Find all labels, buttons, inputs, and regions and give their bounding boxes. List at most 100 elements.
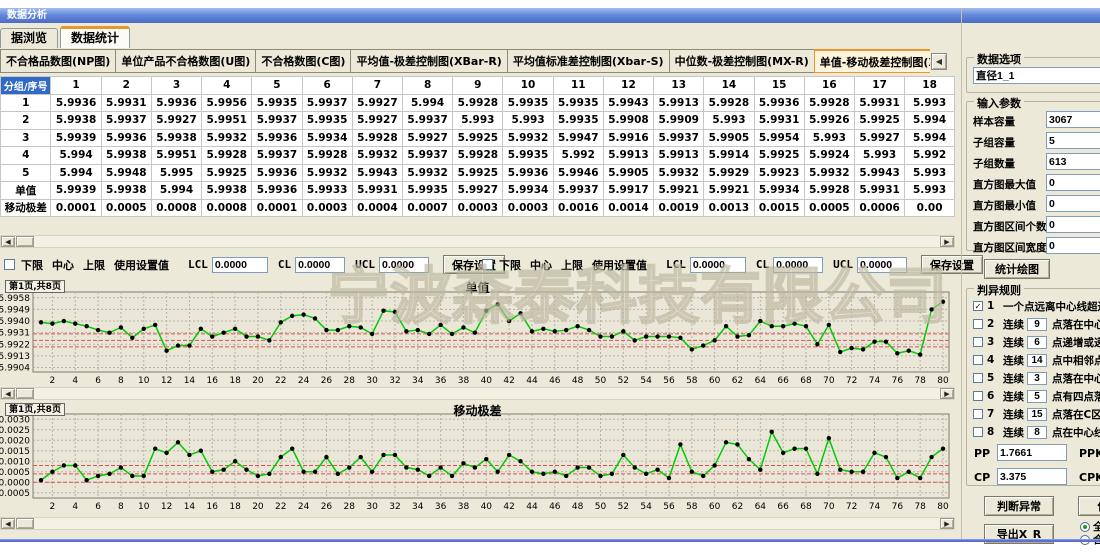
scroll-right-icon[interactable]: ▶: [940, 236, 954, 247]
tab-data-browse[interactable]: 据浏览: [0, 28, 58, 48]
rule-checkbox[interactable]: [973, 427, 983, 437]
table-cell[interactable]: 0.0008: [151, 199, 201, 217]
param-input[interactable]: [1046, 195, 1100, 212]
data-point[interactable]: [164, 349, 168, 353]
table-cell[interactable]: 5.9928: [804, 94, 854, 112]
table-cell[interactable]: 5.9913: [654, 94, 704, 112]
table-cell[interactable]: 5.9956: [202, 94, 252, 112]
table-cell[interactable]: 5.9936: [101, 129, 151, 147]
table-cell[interactable]: 5.9937: [403, 112, 453, 130]
data-point[interactable]: [301, 470, 305, 474]
table-cell[interactable]: 5.993: [453, 112, 503, 130]
table-cell[interactable]: 5.9924: [804, 147, 854, 165]
data-point[interactable]: [712, 463, 716, 467]
data-point[interactable]: [484, 457, 488, 461]
table-cell[interactable]: 5.9938: [101, 147, 151, 165]
table-cell[interactable]: 5.992: [905, 147, 955, 165]
data-point[interactable]: [518, 311, 522, 315]
data-point[interactable]: [667, 334, 671, 338]
table-cell[interactable]: 0.0005: [101, 199, 151, 217]
data-point[interactable]: [633, 338, 637, 342]
scroll-left-icon[interactable]: ◀: [1, 518, 15, 529]
data-point[interactable]: [849, 470, 853, 474]
table-cell[interactable]: 5.9931: [101, 94, 151, 112]
data-point[interactable]: [575, 465, 579, 469]
table-cell[interactable]: 5.9925: [854, 112, 904, 130]
table-cell[interactable]: 5.993: [905, 182, 955, 200]
table-cell[interactable]: 5.994: [151, 182, 201, 200]
table-cell[interactable]: 5.9921: [654, 182, 704, 200]
rule-checkbox[interactable]: ✓: [973, 301, 983, 311]
table-cell[interactable]: 5.993: [905, 164, 955, 182]
table-cell[interactable]: 5.9935: [503, 147, 553, 165]
data-point[interactable]: [393, 453, 397, 457]
data-point[interactable]: [279, 320, 283, 324]
data-point[interactable]: [62, 463, 66, 467]
table-cell[interactable]: 5.9943: [352, 164, 402, 182]
data-point[interactable]: [358, 325, 362, 329]
data-point[interactable]: [861, 470, 865, 474]
data-point[interactable]: [918, 352, 922, 356]
table-cell[interactable]: 5.9928: [804, 182, 854, 200]
data-point[interactable]: [724, 324, 728, 328]
data-point[interactable]: [564, 474, 568, 478]
data-point[interactable]: [96, 328, 100, 332]
data-point[interactable]: [210, 334, 214, 338]
table-cell[interactable]: 0.00: [905, 199, 955, 217]
radio-selected-icon[interactable]: [1080, 522, 1090, 532]
table-cell[interactable]: 5.9913: [603, 147, 653, 165]
data-point[interactable]: [530, 470, 534, 474]
table-cell[interactable]: 5.9935: [403, 182, 453, 200]
table-cell[interactable]: 5.9936: [503, 164, 553, 182]
param-input[interactable]: [1046, 237, 1100, 254]
table-cell[interactable]: 5.9916: [603, 129, 653, 147]
data-point[interactable]: [324, 328, 328, 332]
statistics-plot-button[interactable]: 统计绘图: [984, 259, 1050, 279]
data-point[interactable]: [256, 334, 260, 338]
param-input[interactable]: [1046, 216, 1100, 233]
table-cell[interactable]: 5.9935: [553, 94, 603, 112]
data-point[interactable]: [564, 328, 568, 332]
param-input[interactable]: [1046, 153, 1100, 170]
table-cell[interactable]: 5.9925: [453, 129, 503, 147]
table-cell[interactable]: 5.9932: [804, 164, 854, 182]
scroll-left-icon[interactable]: ◀: [1, 388, 15, 399]
table-cell[interactable]: 0.0015: [754, 199, 804, 217]
table-cell[interactable]: 5.9937: [654, 129, 704, 147]
rule-checkbox[interactable]: [973, 319, 983, 329]
rule-count-input[interactable]: [1027, 408, 1047, 421]
data-point[interactable]: [781, 324, 785, 328]
table-cell[interactable]: 5.9933: [302, 182, 352, 200]
data-point[interactable]: [199, 327, 203, 331]
data-point[interactable]: [107, 472, 111, 476]
table-cell[interactable]: 5.994: [403, 94, 453, 112]
table-cell[interactable]: 5.9928: [453, 94, 503, 112]
data-point[interactable]: [267, 338, 271, 342]
data-point[interactable]: [107, 330, 111, 334]
data-point[interactable]: [50, 321, 54, 325]
data-point[interactable]: [598, 474, 602, 478]
table-cell[interactable]: 0.0001: [252, 199, 302, 217]
data-point[interactable]: [39, 478, 43, 482]
data-point[interactable]: [838, 467, 842, 471]
data-point[interactable]: [941, 299, 945, 303]
table-cell[interactable]: 5.995: [151, 164, 201, 182]
data-point[interactable]: [119, 465, 123, 469]
table-cell[interactable]: 5.9927: [854, 129, 904, 147]
table-cell[interactable]: 5.9937: [101, 112, 151, 130]
data-point[interactable]: [735, 334, 739, 338]
data-point[interactable]: [187, 343, 191, 347]
table-cell[interactable]: 5.9954: [754, 129, 804, 147]
data-point[interactable]: [849, 346, 853, 350]
lcl-input[interactable]: [212, 257, 268, 273]
individuals-chart-hscrollbar[interactable]: ◀ ▶: [0, 387, 955, 400]
table-cell[interactable]: 0.0001: [51, 199, 101, 217]
data-point[interactable]: [747, 457, 751, 461]
table-cell[interactable]: 5.9931: [754, 112, 804, 130]
table-cell[interactable]: 5.994: [905, 129, 955, 147]
table-cell[interactable]: 5.9931: [854, 94, 904, 112]
data-point[interactable]: [895, 351, 899, 355]
table-cell[interactable]: 5.9951: [202, 112, 252, 130]
table-cell[interactable]: 5.9929: [704, 164, 754, 182]
table-cell[interactable]: 0.0004: [352, 199, 402, 217]
